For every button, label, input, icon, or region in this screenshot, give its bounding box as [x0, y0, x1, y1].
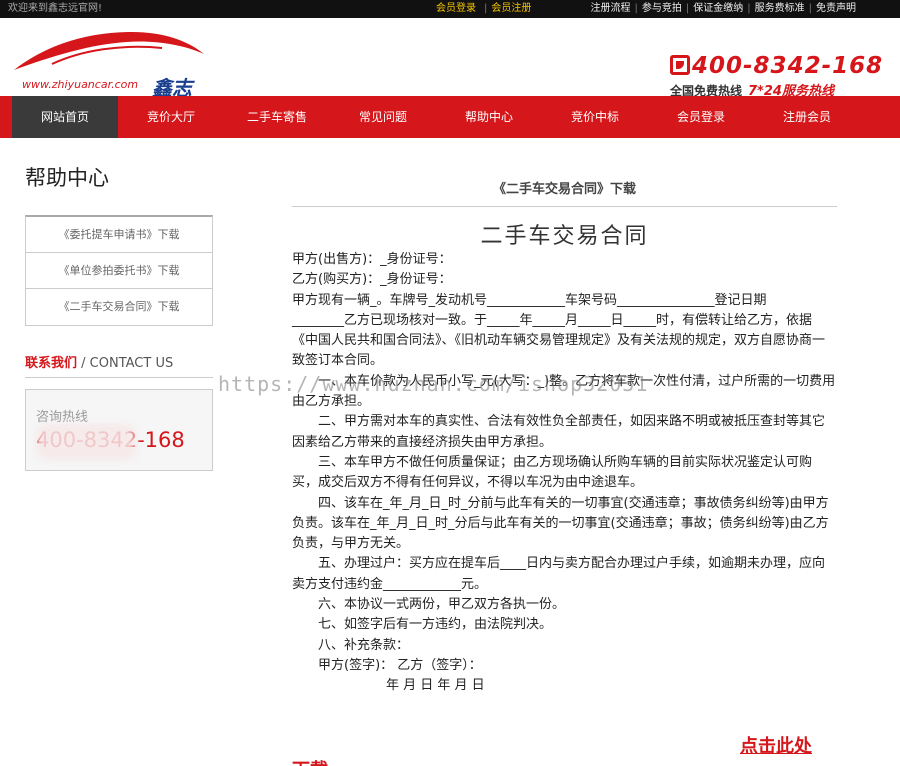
contract-signature: 甲方(签字)： 乙方（签字）： [318, 657, 482, 673]
blur-mask [42, 430, 130, 454]
site-logo[interactable]: www.zhiyuancar.com 鑫志远 [12, 26, 207, 129]
top-links: 注册流程 | 参与竞拍 | 保证金缴纳 | 服务费标准 | 免责声明 [590, 3, 857, 14]
logo-url: www.zhiyuancar.com [22, 78, 139, 91]
top-link-bid[interactable]: 参与竞拍 [642, 3, 682, 14]
contract-clause: 八、补充条款： [318, 637, 410, 653]
contract-body: 甲方(出售方)：_身份证号： 乙方(购买方)：_身份证号： 甲方现有一辆_。车牌… [292, 250, 837, 697]
nav-consignment[interactable]: 二手车寄售 [224, 96, 330, 138]
contact-heading: 联系我们 / CONTACT US [25, 352, 213, 378]
member-register-link[interactable]: 会员注册 [491, 3, 531, 14]
header-hotline: 400-8342-168 [670, 52, 883, 80]
contact-heading-cn: 联系我们 [25, 356, 78, 371]
contract-line: 甲方(出售方)：_身份证号： [292, 252, 452, 267]
site-header: www.zhiyuancar.com 鑫志远 400-8342-168 全国免费… [0, 18, 900, 129]
sidebar-item-pickup-form[interactable]: 《委托提车申请书》下载 [26, 217, 212, 253]
member-links: 会员登录 | 会员注册 [436, 3, 532, 14]
member-login-link[interactable]: 会员登录 [436, 3, 476, 14]
top-link-disclaimer[interactable]: 免责声明 [816, 3, 856, 14]
top-link-deposit[interactable]: 保证金缴纳 [693, 3, 743, 14]
nav-winning-bids[interactable]: 竞价中标 [542, 96, 648, 138]
page-title: 《二手车交易合同》下载 [492, 182, 636, 197]
contract-date: 年 月 日 年 月 日 [386, 678, 485, 694]
contact-box: 咨询热线 400-8342-168 [25, 389, 213, 471]
contract-clause: 二、甲方需对本车的真实性、合法有效性负全部责任，如因来路不明或被抵压查封等其它因… [292, 414, 826, 450]
contract-clause: 三、本车甲方不做任何质量保证；由乙方现场确认所购车辆的目前实际状况鉴定认可购买，… [292, 454, 813, 491]
nav-bidding-hall[interactable]: 竞价大厅 [118, 96, 224, 138]
welcome-text: 欢迎来到鑫志远官网! [8, 3, 103, 14]
title-divider [292, 206, 837, 207]
sidebar-title: 帮助中心 [25, 166, 109, 190]
contract-clause: 四、该车在_年_月_日_时_分前与此车有关的一切事宜(交通违章；事故债务纠纷等)… [292, 495, 829, 552]
download-link[interactable]: 点击此处 [740, 732, 812, 758]
contract-clause: 六、本协议一式两份，甲乙双方各执一份。 [318, 597, 566, 613]
contact-heading-en: / CONTACT US [77, 356, 174, 371]
phone-icon [670, 55, 690, 75]
sidebar-item-company-auth[interactable]: 《单位参拍委托书》下载 [26, 253, 212, 289]
contact-label: 咨询热线 [36, 410, 89, 425]
main-nav: 网站首页 竞价大厅 二手车寄售 常见问题 帮助中心 竞价中标 会员登录 注册会员 [0, 96, 900, 138]
nav-faq[interactable]: 常见问题 [330, 96, 436, 138]
nav-help-center[interactable]: 帮助中心 [436, 96, 542, 138]
contract-clause: 五、办理过户：买方应在提车后____日内与卖方配合办理过户手续，如逾期未办理，应… [292, 556, 826, 592]
watermark: https://www.huzhan.com/ishop32031 [218, 372, 649, 396]
download-tail-link[interactable]: 下载 [292, 756, 328, 766]
top-bar: 欢迎来到鑫志远官网! 会员登录 | 会员注册 注册流程 | 参与竞拍 | 保证金缴纳 | 服务费… [0, 0, 900, 18]
sidebar-item-contract[interactable]: 《二手车交易合同》下载 [26, 289, 212, 325]
top-link-register-flow[interactable]: 注册流程 [591, 3, 631, 14]
hotline-number: 400-8342-168 [692, 53, 884, 79]
top-link-fee[interactable]: 服务费标准 [755, 3, 805, 14]
contract-line: 甲方现有一辆_。车牌号_发动机号____________车架号码________… [292, 292, 767, 308]
nav-home[interactable]: 网站首页 [12, 96, 118, 138]
car-swoosh-icon [14, 32, 204, 70]
contract-clause: 七、如签字后有一方违约，由法院判决。 [318, 617, 553, 633]
contract-title: 二手车交易合同 [480, 224, 649, 249]
sidebar-menu: 《委托提车申请书》下载 《单位参拍委托书》下载 《二手车交易合同》下载 [25, 215, 213, 326]
contract-line: 乙方(购买方)：_身份证号： [292, 272, 452, 288]
nav-register[interactable]: 注册会员 [754, 96, 860, 138]
nav-member-login[interactable]: 会员登录 [648, 96, 754, 138]
contract-paragraph: ________乙方已现场核对一致。于_____年_____月_____日___… [292, 312, 826, 369]
